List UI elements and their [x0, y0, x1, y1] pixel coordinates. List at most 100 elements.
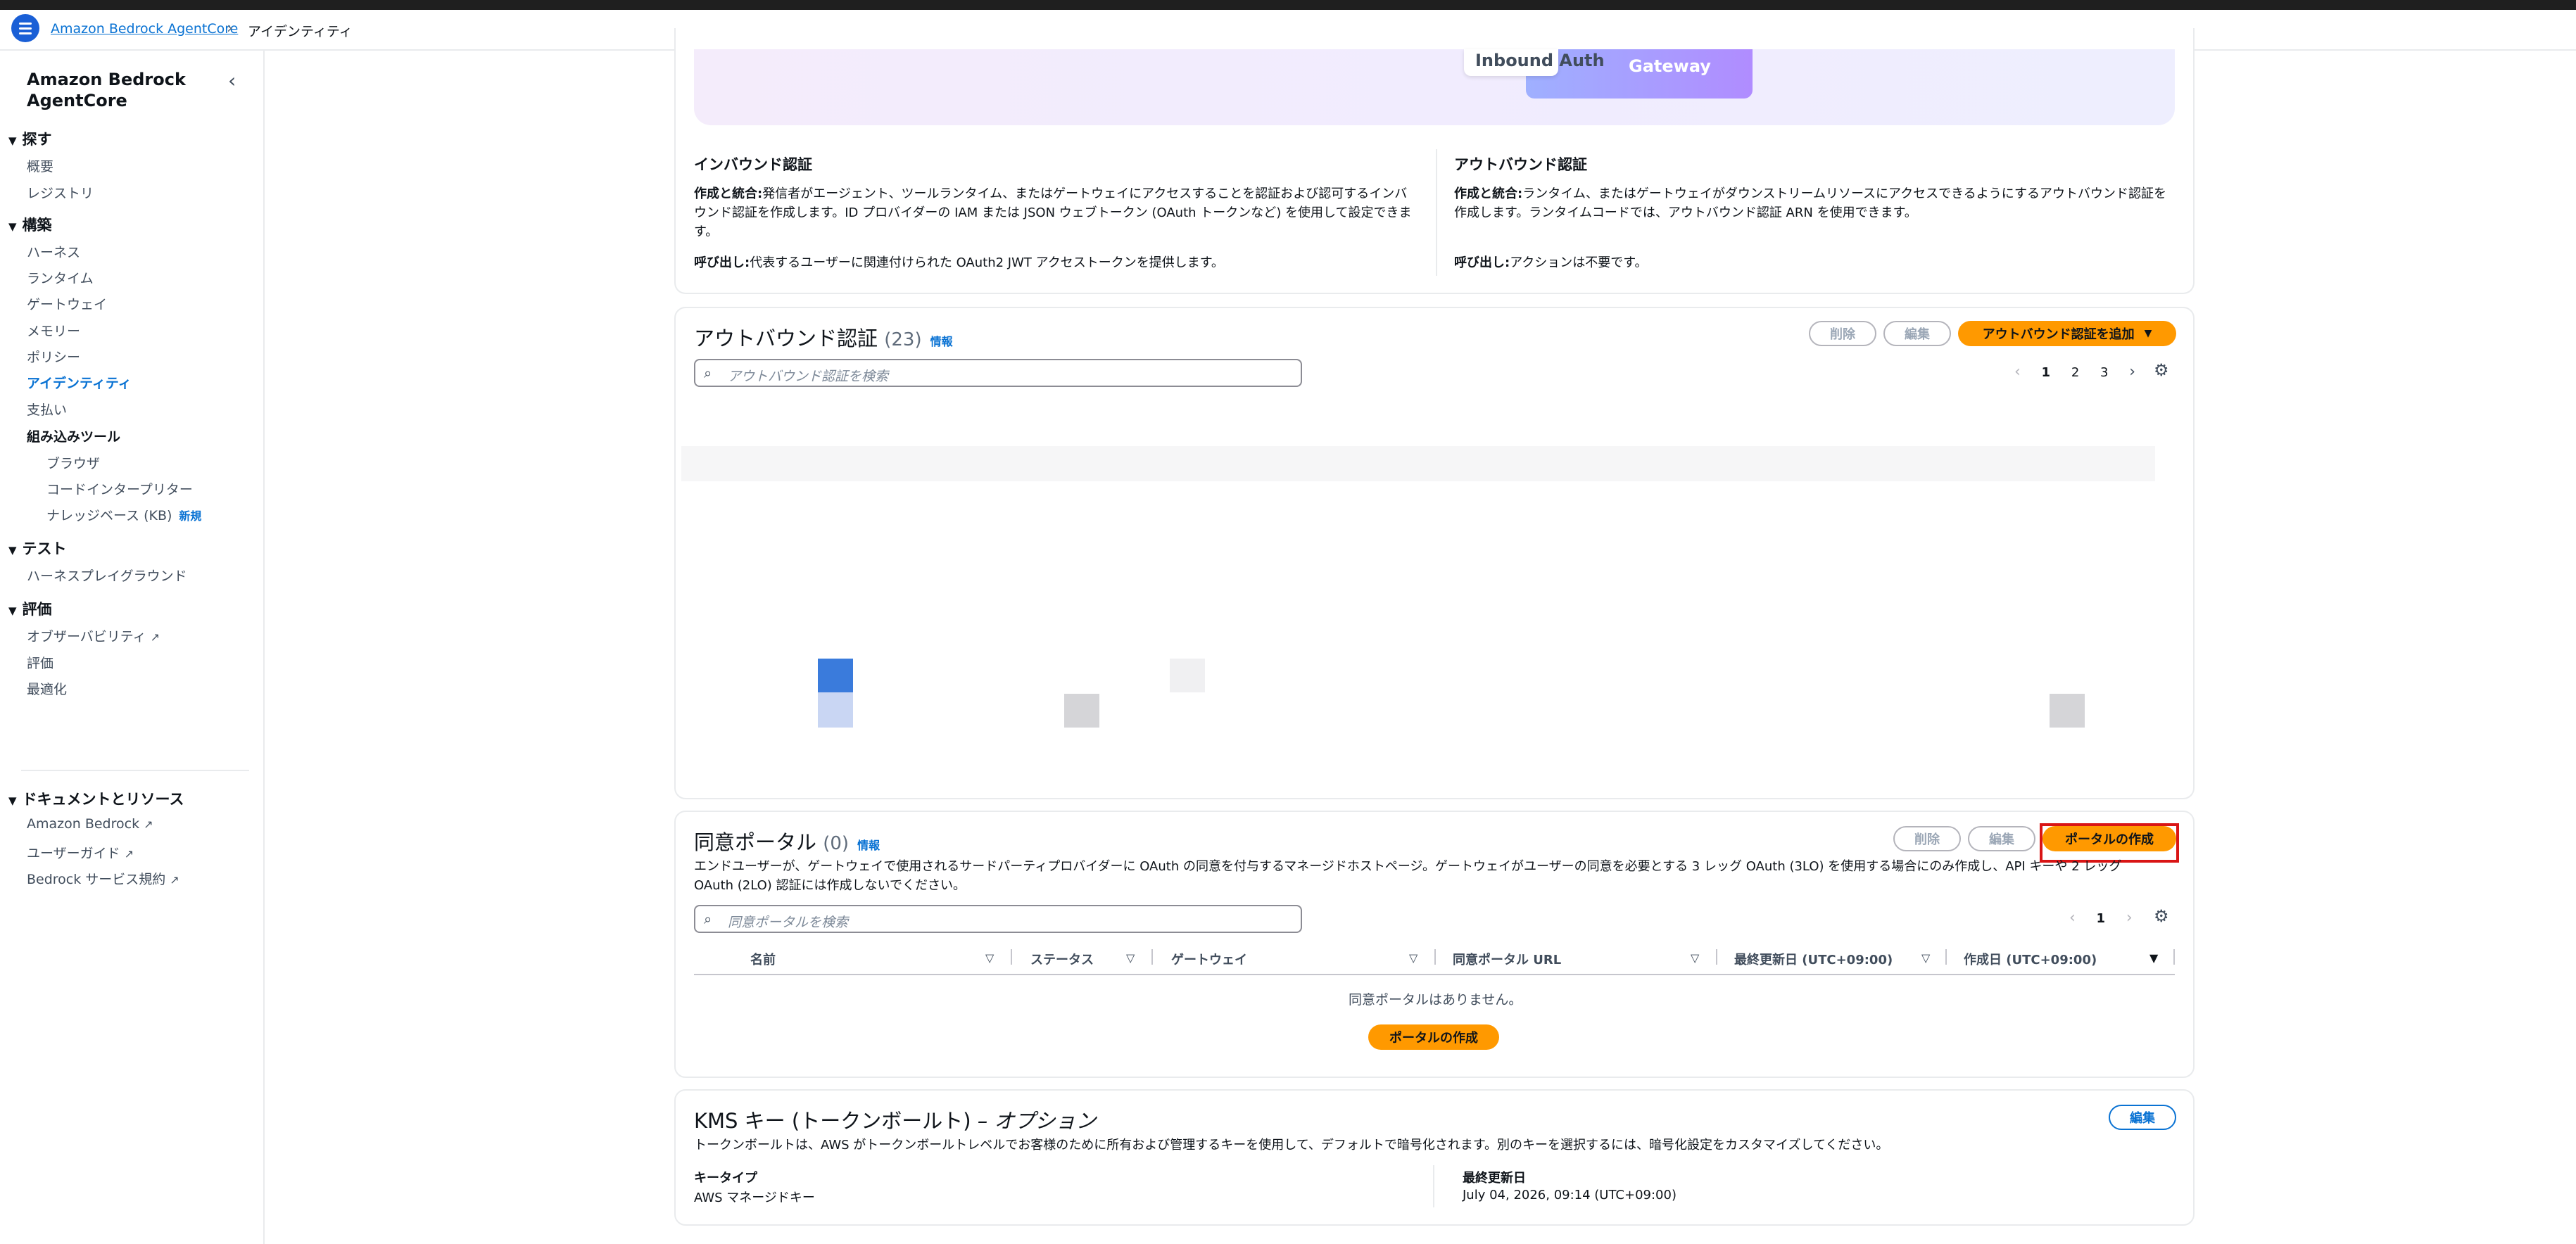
menu-button[interactable] — [11, 14, 39, 42]
sidebar-item-code-interpreter[interactable]: コードインタープリター — [46, 479, 193, 498]
inbound-auth-label: Inbound Auth — [1475, 51, 1605, 70]
outbound-auth-count: (23) — [884, 329, 922, 350]
caret-down-icon: ▼ — [8, 544, 17, 557]
consent-search-input[interactable]: ⌕ 同意ポータルを検索 — [694, 905, 1302, 933]
new-badge: 新規 — [179, 509, 202, 523]
inbound-auth-invoke-text: 呼び出し:代表するユーザーに関連付けられた OAuth2 JWT アクセストーク… — [694, 255, 1224, 270]
column-header-name[interactable]: 名前 — [750, 950, 776, 968]
next-page-icon[interactable]: › — [2126, 909, 2133, 927]
column-separator — [2173, 949, 2175, 965]
column-separator — [1011, 949, 1012, 965]
consent-portal-title: 同意ポータル (0) 情報 — [694, 830, 880, 854]
sidebar: Amazon Bedrock AgentCore ‹ ▼ 探す 概要 レジストリ … — [0, 51, 265, 1244]
page-1-link[interactable]: 1 — [2097, 911, 2106, 926]
sidebar-item-identity[interactable]: アイデンティティ — [27, 373, 132, 392]
outbound-auth-info-link[interactable]: 情報 — [930, 335, 953, 348]
sidebar-item-gateway[interactable]: ゲートウェイ — [27, 294, 107, 313]
sidebar-item-browser[interactable]: ブラウザ — [46, 453, 100, 472]
kms-key-title: KMS キー (トークンボールト) – オプション — [694, 1109, 1097, 1133]
sort-icon[interactable]: ▽ — [1126, 951, 1135, 965]
sidebar-item-harness-playground[interactable]: ハーネスプレイグラウンド — [27, 566, 187, 585]
last-updated-value: July 04, 2026, 09:14 (UTC+09:00) — [1463, 1188, 1677, 1202]
column-divider — [1436, 149, 1437, 276]
sidebar-item-registry[interactable]: レジストリ — [27, 183, 94, 202]
outbound-edit-button[interactable]: 編集 — [1883, 321, 1951, 346]
sidebar-item-payments[interactable]: 支払い — [27, 400, 67, 419]
sidebar-divider — [21, 770, 249, 771]
consent-delete-button[interactable]: 削除 — [1893, 826, 1961, 851]
sidebar-item-memory[interactable]: メモリー — [27, 321, 80, 340]
sidebar-section-docs[interactable]: ▼ ドキュメントとリソース — [8, 788, 184, 809]
sort-icon[interactable]: ▽ — [1921, 951, 1930, 965]
external-link-icon: ↗ — [170, 873, 179, 887]
prev-page-icon[interactable]: ‹ — [2069, 909, 2076, 927]
sidebar-item-runtime[interactable]: ランタイム — [27, 268, 94, 287]
inbound-auth-heading: インバウンド認証 — [694, 156, 812, 173]
column-header-created[interactable]: 作成日 (UTC+09:00) — [1964, 950, 2097, 968]
loading-block — [818, 692, 853, 728]
inbound-auth-node: Inbound Auth — [1464, 49, 1605, 76]
column-separator — [1945, 949, 1947, 965]
caret-down-icon: ▼ — [8, 220, 17, 233]
kms-edit-button[interactable]: 編集 — [2109, 1105, 2176, 1130]
consent-portal-description: エンドユーザーが、ゲートウェイで使用されるサードパーティプロバイダーに OAut… — [694, 859, 2122, 893]
breadcrumb-root-link[interactable]: Amazon Bedrock AgentCore — [51, 21, 238, 37]
sidebar-item-optimization[interactable]: 最適化 — [27, 679, 67, 698]
page-2-link[interactable]: 2 — [2071, 365, 2079, 380]
external-link-icon: ↗ — [144, 818, 153, 831]
loading-block — [1064, 694, 1099, 728]
sidebar-collapse-icon[interactable]: ‹ — [228, 69, 236, 92]
add-outbound-auth-button[interactable]: アウトバウンド認証を追加 ▼ — [1958, 321, 2176, 346]
column-header-gateway[interactable]: ゲートウェイ — [1171, 950, 1247, 968]
column-header-portal-url[interactable]: 同意ポータル URL — [1453, 950, 1561, 968]
sidebar-section-build[interactable]: ▼ 構築 — [8, 214, 52, 235]
bookmarks-bar — [0, 0, 2576, 10]
sidebar-item-observability[interactable]: オブザーバビリティ ↗ — [27, 626, 160, 645]
outbound-auth-invoke-text: 呼び出し:アクションは不要です。 — [1454, 255, 1648, 270]
gateway-label: Gateway — [1629, 56, 1711, 76]
consent-portal-count: (0) — [823, 833, 850, 854]
sidebar-section-evaluation[interactable]: ▼ 評価 — [8, 598, 52, 619]
column-header-last-updated[interactable]: 最終更新日 (UTC+09:00) — [1734, 950, 1893, 968]
settings-gear-icon[interactable]: ⚙ — [2154, 360, 2169, 380]
sidebar-item-knowledge-base[interactable]: ナレッジベース (KB) 新規 — [46, 505, 201, 524]
outbound-auth-create-text: 作成と統合:ランタイム、またはゲートウェイがダウンストリームリソースにアクセスで… — [1454, 186, 2166, 220]
breadcrumb-current: アイデンティティ — [248, 24, 353, 39]
sidebar-item-policy[interactable]: ポリシー — [27, 347, 80, 366]
prev-page-icon[interactable]: ‹ — [2014, 363, 2021, 381]
outbound-auth-title: アウトバウンド認証 (23) 情報 — [694, 326, 953, 350]
sidebar-item-user-guide[interactable]: ユーザーガイド ↗ — [27, 843, 134, 862]
outbound-delete-button[interactable]: 削除 — [1809, 321, 1876, 346]
caret-down-icon: ▼ — [8, 134, 17, 147]
settings-gear-icon[interactable]: ⚙ — [2154, 906, 2169, 926]
search-icon: ⌕ — [704, 910, 712, 927]
sidebar-item-evaluation[interactable]: 評価 — [27, 653, 53, 672]
sidebar-item-overview[interactable]: 概要 — [27, 156, 53, 175]
consent-portal-info-link[interactable]: 情報 — [857, 839, 880, 852]
column-header-status[interactable]: ステータス — [1030, 950, 1094, 968]
sidebar-section-explore[interactable]: ▼ 探す — [8, 128, 52, 149]
next-page-icon[interactable]: › — [2129, 363, 2135, 381]
sort-active-icon[interactable]: ▼ — [2149, 951, 2158, 965]
consent-edit-button[interactable]: 編集 — [1968, 826, 2035, 851]
page-1-link[interactable]: 1 — [2042, 365, 2051, 380]
sort-icon[interactable]: ▽ — [1409, 951, 1418, 965]
sidebar-section-test[interactable]: ▼ テスト — [8, 538, 67, 559]
sort-icon[interactable]: ▽ — [1691, 951, 1699, 965]
inbound-auth-create-text: 作成と統合:発信者がエージェント、ツールランタイム、またはゲートウェイにアクセス… — [694, 186, 1412, 239]
sidebar-item-harness[interactable]: ハーネス — [27, 242, 80, 261]
create-portal-empty-button[interactable]: ポータルの作成 — [1368, 1024, 1499, 1050]
page-3-link[interactable]: 3 — [2100, 365, 2108, 380]
table-header-divider — [694, 974, 2175, 975]
sidebar-item-service-terms[interactable]: Bedrock サービス規約 ↗ — [27, 869, 179, 888]
auth-diagram — [694, 49, 2175, 125]
sidebar-item-amazon-bedrock[interactable]: Amazon Bedrock ↗ — [27, 816, 153, 832]
loading-block — [1170, 659, 1205, 692]
caret-down-icon: ▼ — [2144, 328, 2152, 339]
loading-block — [818, 659, 853, 692]
loading-block — [2050, 694, 2085, 728]
table-loading-row — [681, 446, 2155, 481]
outbound-search-input[interactable]: ⌕ アウトバウンド認証を検索 — [694, 359, 1302, 387]
caret-down-icon: ▼ — [8, 794, 17, 807]
sort-icon[interactable]: ▽ — [985, 951, 994, 965]
